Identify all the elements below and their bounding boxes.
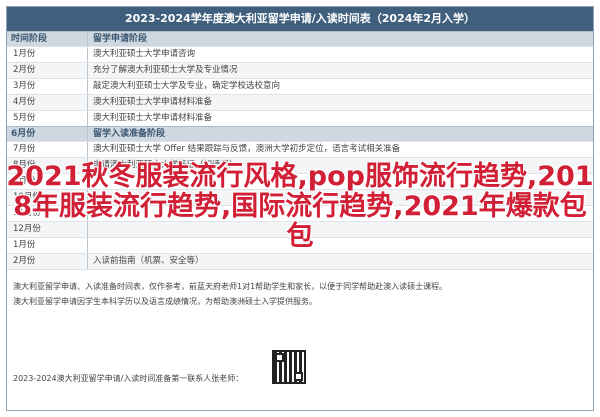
info-line: 澳大利亚留学申请因学生本科学历以及语言成绩情况，为帮助澳洲硕士入学提供服务。 [13,297,317,306]
row-event: 澳大利亚硕士大学申请材料准备 [93,97,213,107]
row-date: 7月份 [13,144,36,154]
row-event: 入读前指南（机票、安全等） [93,256,204,266]
table-row: 5月份 澳大利亚硕士大学申请材料准备 [7,110,593,126]
table-row: 4月份 澳大利亚硕士大学申请材料准备 [7,94,593,110]
column-divider [87,47,88,62]
column-divider [87,111,88,126]
info-notes: 澳大利亚留学申请、入读准备时间表，仅作参考，前蓝天府老师1对1帮助学生和家长，以… [13,279,573,309]
column-divider [87,95,88,110]
qr-code-icon [272,350,306,384]
row-event: 澳大利亚硕士大学申请咨询 [93,49,196,59]
section-time-label: 6月份 [11,129,36,139]
row-event: 敲定澳大利亚硕士大学及专业，确定学校选校意向 [93,81,281,91]
section-header: 6月份 留学入读准备阶段 [7,126,593,141]
row-date: 2月份 [13,65,36,75]
footer-contact: 2023-2024澳大利亚留学申请/入读时间准备第一联系人张老师： [13,374,244,383]
row-event: 澳大利亚硕士大学 Offer 结果跟踪与反馈，澳洲大学初步定位，语言考试相关准备 [93,144,401,154]
row-date: 5月份 [13,113,36,123]
column-divider [87,79,88,94]
row-date: 3月份 [13,81,36,91]
column-divider [87,127,88,141]
row-date: 2月份 [13,256,36,266]
column-divider [87,142,88,157]
row-date: 4月份 [13,97,36,107]
table-row: 2月份 充分了解澳大利亚硕士大学及专业情况 [7,62,593,78]
table-row: 2月份 入读前指南（机票、安全等） [7,253,593,269]
table-row: 1月份 澳大利亚硕士大学申请咨询 [7,46,593,62]
section-stage-label: 留学入读准备阶段 [93,129,166,139]
column-divider [87,32,88,46]
info-line: 澳大利亚留学申请、入读准备时间表，仅作参考，前蓝天府老师1对1帮助学生和家长，以… [13,282,448,291]
table-row: 3月份 敲定澳大利亚硕士大学及专业，确定学校选校意向 [7,78,593,94]
table-row: 7月份 澳大利亚硕士大学 Offer 结果跟踪与反馈，澳洲大学初步定位，语言考试… [7,141,593,157]
section-stage-label: 留学申请阶段 [93,34,148,44]
section-header: 时间阶段 留学申请阶段 [7,31,593,46]
row-event: 澳大利亚硕士大学申请材料准备 [93,113,213,123]
section-time-label: 时间阶段 [11,34,48,44]
document-title: 2023-2024学年度澳大利亚留学申请/入读时间表（2024年2月入学） [7,7,593,31]
row-event: 充分了解澳大利亚硕士大学及专业情况 [93,65,238,75]
column-divider [87,63,88,78]
row-date: 1月份 [13,49,36,59]
column-divider [87,254,88,269]
overlay-watermark-text: 2021秋冬服装流行风格,pop服饰流行趋势,2018年服装流行趋势,国际流行趋… [6,161,594,252]
